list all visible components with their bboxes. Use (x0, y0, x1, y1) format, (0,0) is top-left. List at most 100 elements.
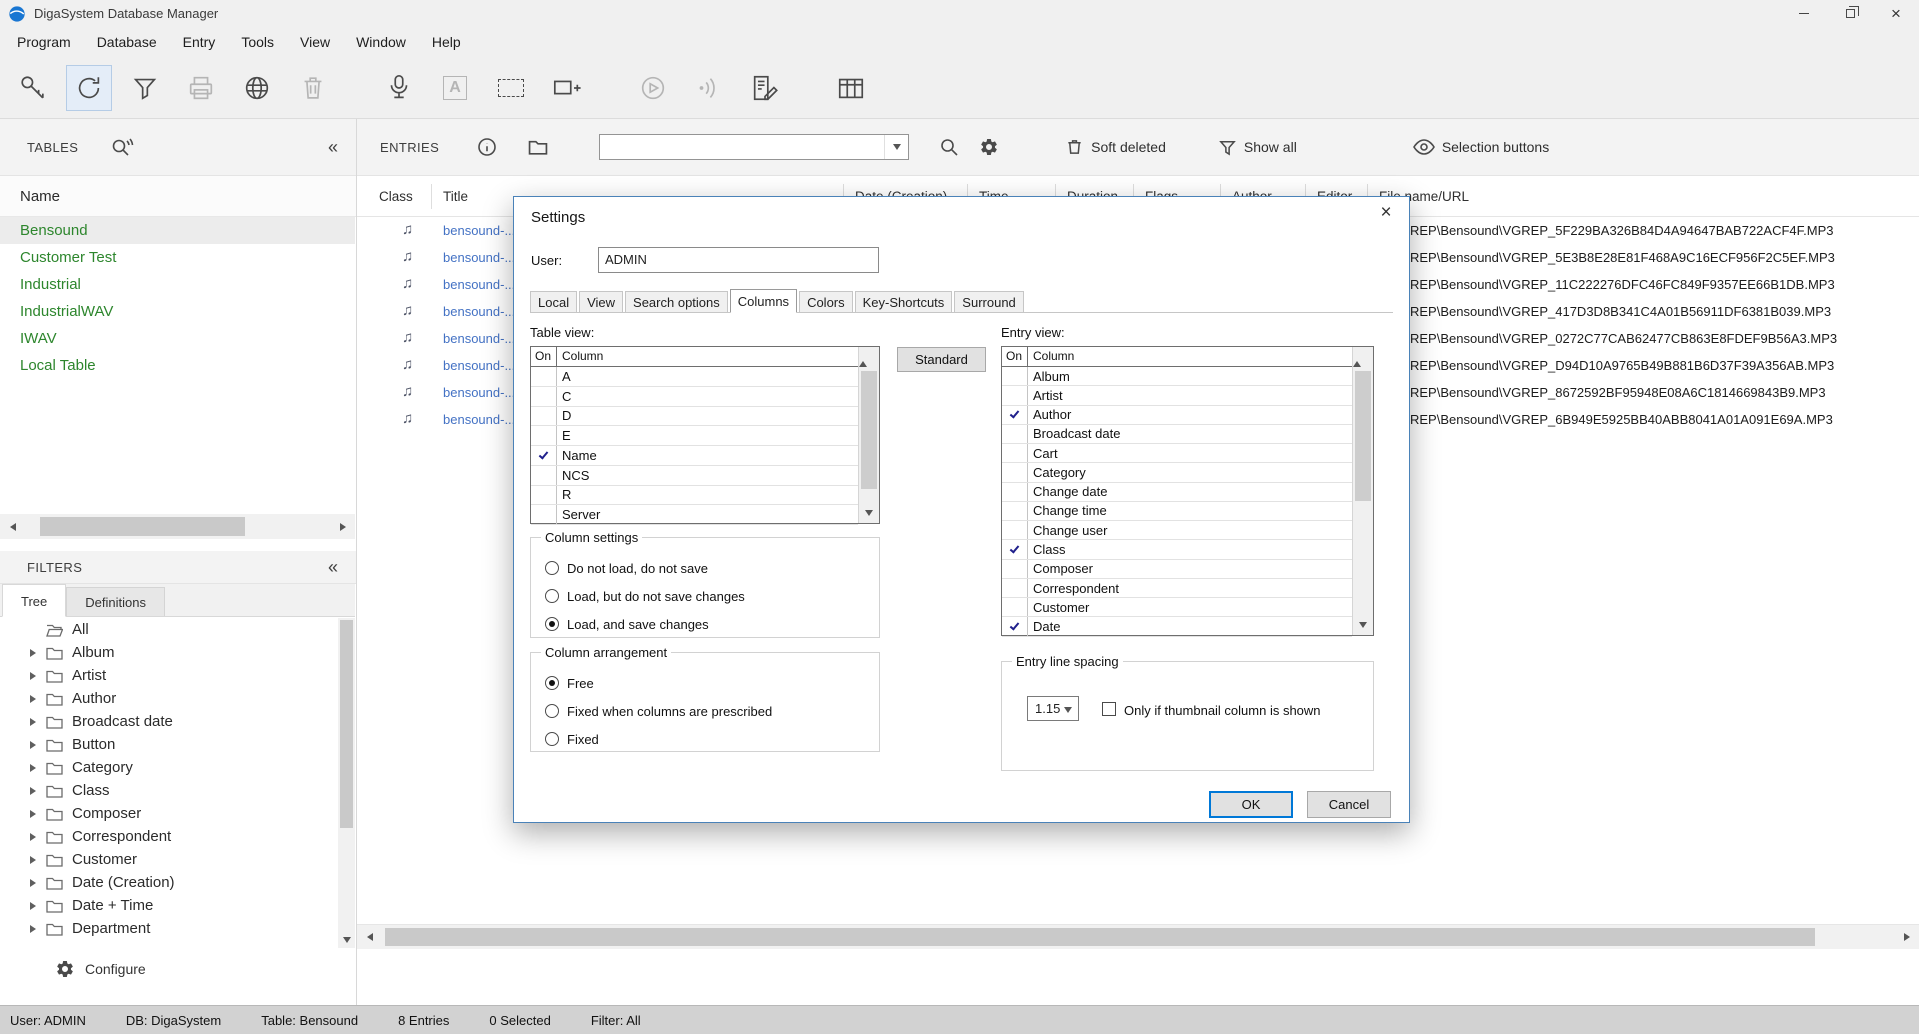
caret-icon[interactable] (30, 695, 36, 703)
list-row[interactable]: Date (1002, 617, 1352, 636)
menu-program[interactable]: Program (4, 27, 84, 57)
edit-form-button[interactable] (742, 65, 788, 111)
scroll-right-icon[interactable] (1894, 925, 1919, 949)
list-row[interactable]: Composer (1002, 560, 1352, 579)
selection-buttons-label[interactable]: Selection buttons (1442, 139, 1549, 155)
tree-item-customer[interactable]: Customer (0, 848, 338, 871)
check-cell[interactable] (531, 446, 557, 465)
tab-surround[interactable]: Surround (954, 291, 1023, 312)
scrollbar-thumb[interactable] (40, 517, 245, 536)
selection-tool-button[interactable] (488, 65, 534, 111)
radio-button[interactable] (545, 704, 559, 718)
tree-item-all[interactable]: All (0, 618, 338, 641)
info-icon[interactable] (477, 137, 497, 157)
gear-icon[interactable] (979, 137, 999, 157)
restore-button[interactable] (1827, 0, 1873, 27)
tab-columns[interactable]: Columns (730, 289, 797, 313)
tree-item-album[interactable]: Album (0, 641, 338, 664)
check-cell[interactable] (1002, 367, 1028, 385)
list-row[interactable]: Album (1002, 367, 1352, 386)
standard-button[interactable]: Standard (897, 347, 986, 372)
entry-title-link[interactable]: bensound-... (443, 250, 515, 265)
scroll-right-icon[interactable] (330, 514, 355, 539)
check-cell[interactable] (1002, 579, 1028, 597)
check-cell[interactable] (531, 505, 557, 524)
tab-definitions[interactable]: Definitions (66, 587, 165, 616)
list-row[interactable]: Change user (1002, 521, 1352, 540)
chevron-down-icon[interactable] (884, 135, 908, 159)
menu-view[interactable]: View (287, 27, 343, 57)
tree-item-composer[interactable]: Composer (0, 802, 338, 825)
tree-item-department[interactable]: Department (0, 917, 338, 940)
tab-local[interactable]: Local (530, 291, 577, 312)
search-icon[interactable] (939, 137, 959, 157)
list-row[interactable]: C (531, 387, 858, 407)
entry-title-link[interactable]: bensound-... (443, 277, 515, 292)
check-cell[interactable] (531, 466, 557, 485)
list-row[interactable]: Cart (1002, 444, 1352, 463)
tab-tree[interactable]: Tree (2, 584, 66, 617)
tab-colors[interactable]: Colors (799, 291, 853, 312)
radio-button[interactable] (545, 561, 559, 575)
check-cell[interactable] (531, 367, 557, 386)
list-row[interactable]: Artist (1002, 386, 1352, 405)
tab-view[interactable]: View (579, 291, 623, 312)
thumbnail-only-checkbox[interactable] (1102, 702, 1116, 716)
caret-icon[interactable] (30, 787, 36, 795)
menu-database[interactable]: Database (84, 27, 170, 57)
check-cell[interactable] (1002, 617, 1028, 635)
print-button[interactable] (178, 65, 224, 111)
radio-option[interactable]: Fixed when columns are prescribed (531, 697, 879, 725)
tree-item-category[interactable]: Category (0, 756, 338, 779)
entry-title-link[interactable]: bensound-... (443, 304, 515, 319)
configure-button[interactable]: Configure (55, 959, 146, 979)
radio-button[interactable] (545, 676, 559, 690)
check-cell[interactable] (1002, 540, 1028, 558)
scroll-down-icon[interactable] (1353, 615, 1373, 635)
scrollbar-thumb[interactable] (385, 928, 1815, 946)
tables-horizontal-scrollbar[interactable] (0, 514, 355, 539)
eye-icon[interactable] (1413, 139, 1435, 155)
caret-icon[interactable] (30, 856, 36, 864)
column-header-title[interactable]: Title (443, 176, 468, 217)
entry-title-link[interactable]: bensound-... (443, 331, 515, 346)
line-spacing-select[interactable]: 1.15 (1027, 696, 1079, 721)
collapse-filters-icon[interactable]: « (328, 557, 338, 578)
radio-button[interactable] (545, 617, 559, 631)
filter-button[interactable] (122, 65, 168, 111)
list-row[interactable]: Change time (1002, 502, 1352, 521)
check-cell[interactable] (531, 486, 557, 505)
folder-icon[interactable] (527, 138, 549, 157)
close-button[interactable]: × (1873, 0, 1919, 27)
check-cell[interactable] (1002, 444, 1028, 462)
radio-option[interactable]: Fixed (531, 725, 879, 753)
trash-icon[interactable] (1065, 137, 1084, 157)
minimize-button[interactable] (1781, 0, 1827, 27)
scroll-down-icon[interactable] (338, 931, 355, 948)
check-cell[interactable] (531, 407, 557, 426)
list-row[interactable]: D (531, 407, 858, 427)
table-search-icon[interactable] (110, 137, 134, 157)
radio-option[interactable]: Load, but do not save changes (531, 582, 879, 610)
check-cell[interactable] (1002, 425, 1028, 443)
tab-search-options[interactable]: Search options (625, 291, 728, 312)
entries-search-combobox[interactable] (599, 134, 909, 160)
scrollbar-thumb[interactable] (340, 620, 353, 828)
list-row[interactable]: R (531, 486, 858, 506)
caret-icon[interactable] (30, 741, 36, 749)
connect-button[interactable] (10, 65, 56, 111)
thumbnail-only-label[interactable]: Only if thumbnail column is shown (1124, 703, 1321, 718)
soft-deleted-label[interactable]: Soft deleted (1091, 139, 1166, 155)
tree-item-button[interactable]: Button (0, 733, 338, 756)
show-all-label[interactable]: Show all (1244, 139, 1297, 155)
delete-button[interactable] (290, 65, 336, 111)
scrollbar-thumb[interactable] (1355, 371, 1371, 501)
scroll-up-icon[interactable] (1353, 347, 1373, 367)
text-tool-button[interactable]: A (432, 65, 478, 111)
list-row[interactable]: E (531, 426, 858, 446)
check-cell[interactable] (1002, 406, 1028, 424)
tree-item-author[interactable]: Author (0, 687, 338, 710)
table-item-industrial[interactable]: Industrial (0, 271, 355, 298)
tree-item-correspondent[interactable]: Correspondent (0, 825, 338, 848)
column-header-class[interactable]: Class (379, 176, 413, 217)
